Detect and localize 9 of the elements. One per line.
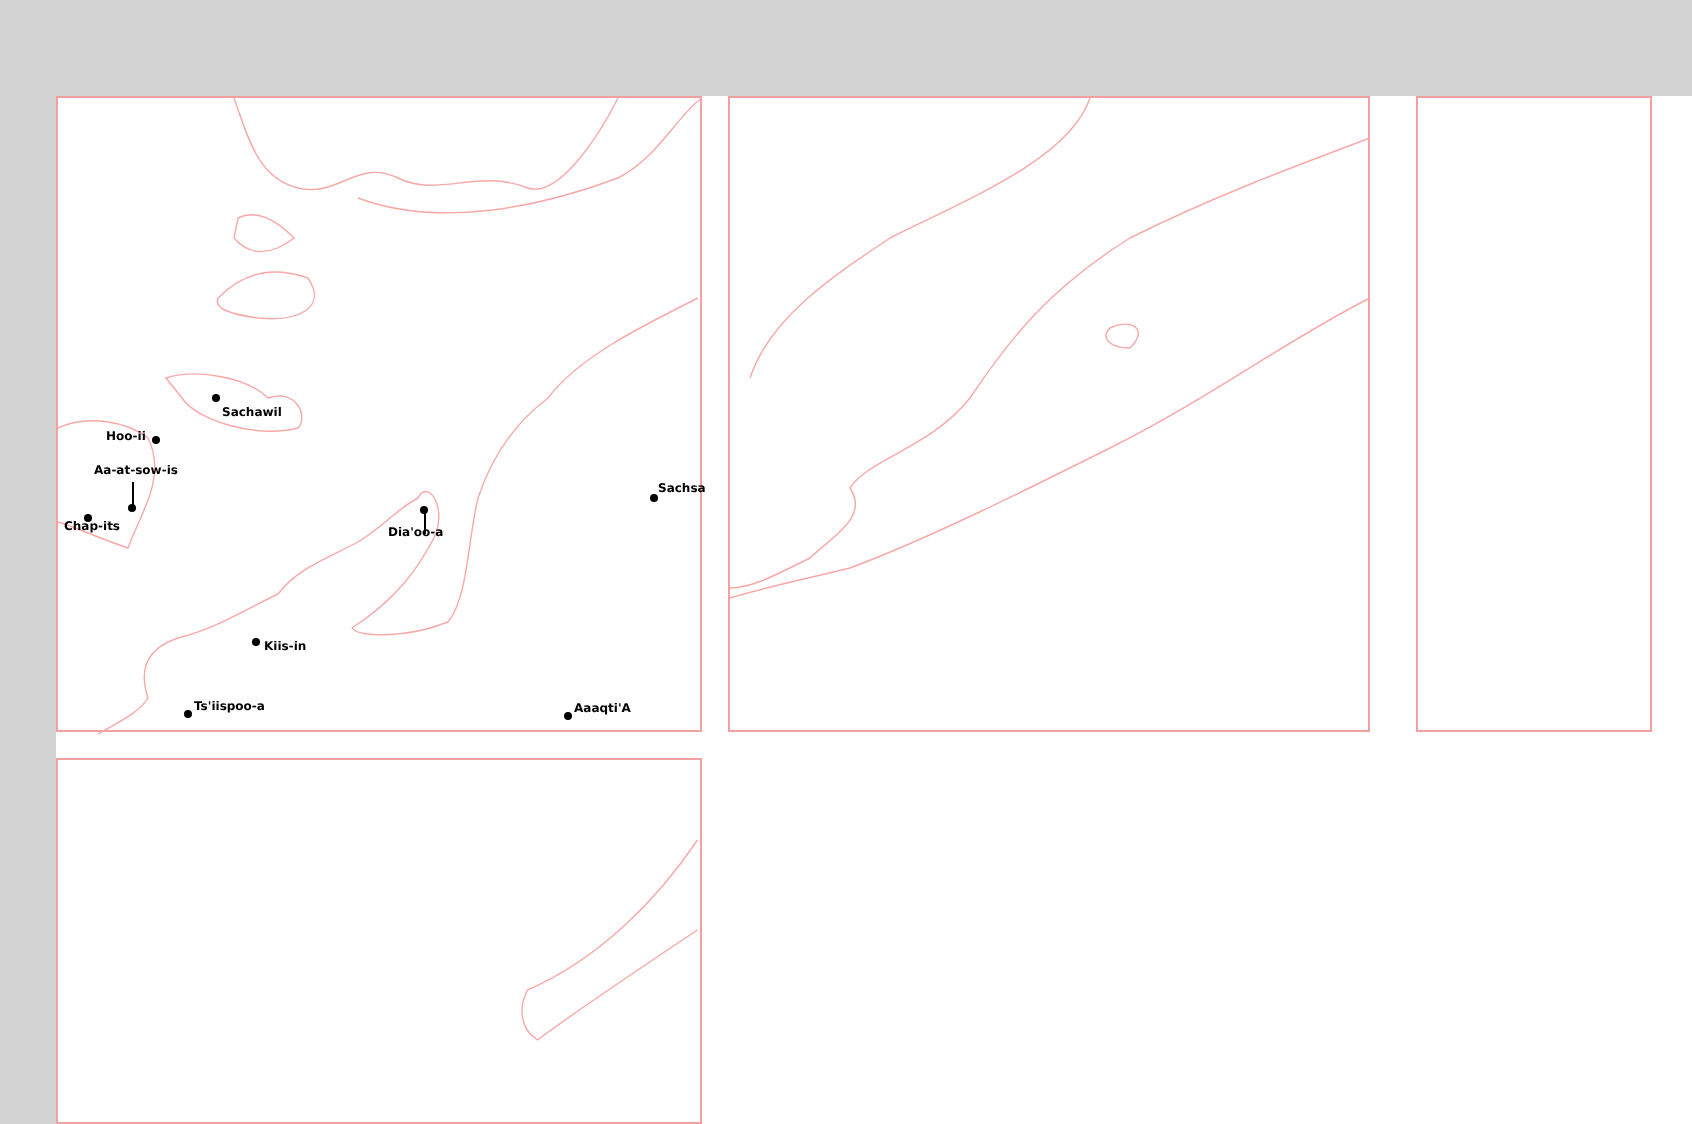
- place-marker-icon: [84, 514, 92, 522]
- place-marker-icon: [252, 638, 260, 646]
- leader-line: [424, 510, 426, 534]
- place-marker-icon: [564, 712, 572, 720]
- place-marker-icon: [184, 710, 192, 718]
- leader-line: [132, 482, 134, 506]
- place-marker-icon: [212, 394, 220, 402]
- place-marker-icon: [152, 436, 160, 444]
- place-marker-icon: [650, 494, 658, 502]
